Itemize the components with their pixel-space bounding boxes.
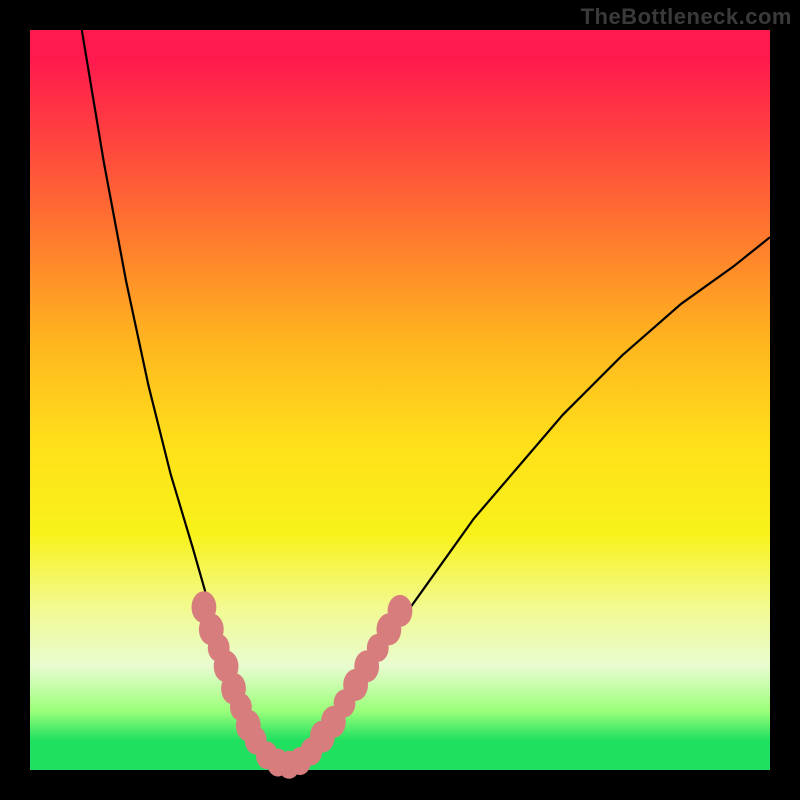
bottleneck-curve — [82, 30, 770, 766]
chart-frame: TheBottleneck.com — [0, 0, 800, 800]
plot-area — [30, 30, 770, 770]
bead-marker — [388, 595, 413, 627]
watermark-text: TheBottleneck.com — [581, 4, 792, 30]
bead-markers — [192, 591, 413, 779]
chart-svg — [30, 30, 770, 770]
